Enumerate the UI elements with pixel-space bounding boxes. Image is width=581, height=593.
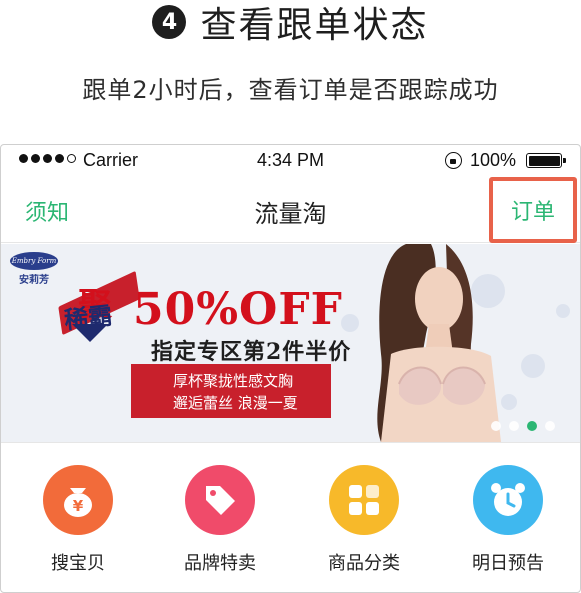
step-title: 查看跟单状态 <box>200 5 429 46</box>
category-item[interactable]: 品牌特卖 <box>155 465 285 575</box>
promo-subtitle: 指定专区第2件半价 <box>151 339 352 365</box>
category-item[interactable]: ¥ 搜宝贝 <box>13 465 143 575</box>
battery-percent: 100% <box>470 150 517 170</box>
promo-banner[interactable]: Embry Form 安莉芳 聚 稀霸 50%OFF 指定专区第2件半价 厚杯聚… <box>1 244 580 442</box>
category-label: 品牌特卖 <box>184 553 256 574</box>
category-item[interactable]: 明日预告 <box>443 465 573 575</box>
yen-bag-icon: ¥ <box>43 465 113 535</box>
carousel-dot[interactable] <box>545 421 555 431</box>
category-label: 明日预告 <box>472 553 544 574</box>
category-grid: ¥ 搜宝贝 品牌特卖 商品分类 明日预告 <box>1 442 580 592</box>
battery-icon <box>526 153 566 168</box>
alarm-clock-icon <box>473 465 543 535</box>
carousel-dot[interactable] <box>527 421 537 431</box>
category-label: 搜宝贝 <box>51 553 105 574</box>
orders-button[interactable]: 订单 <box>489 177 577 243</box>
brand-logo: Embry Form 安莉芳 <box>10 252 58 286</box>
promo-tag-graphic: 聚 稀霸 <box>56 270 140 342</box>
carousel-indicator[interactable] <box>491 421 555 431</box>
step-description: 跟单2小时后，查看订单是否跟踪成功 <box>82 76 499 104</box>
step-number-badge: 4 <box>152 5 187 39</box>
step-header: 4 查看跟单状态 <box>0 0 581 46</box>
phone-screen: Carrier 4:34 PM 100% 须知 流量淘 订单 Embry For… <box>0 144 581 593</box>
rotation-lock-icon <box>445 152 462 169</box>
discount-text: 50%OFF <box>133 284 343 335</box>
carousel-dot[interactable] <box>509 421 519 431</box>
price-tag-icon <box>185 465 255 535</box>
grid-icon <box>329 465 399 535</box>
promo-box: 厚杯聚拢性感文胸 邂逅蕾丝 浪漫一夏 <box>131 364 331 418</box>
nav-bar: 须知 流量淘 订单 <box>1 175 580 243</box>
svg-text:¥: ¥ <box>73 497 84 515</box>
category-item[interactable]: 商品分类 <box>299 465 429 575</box>
status-bar: Carrier 4:34 PM 100% <box>1 145 580 175</box>
category-label: 商品分类 <box>328 553 400 574</box>
model-photo <box>377 244 501 442</box>
carousel-dot[interactable] <box>491 421 501 431</box>
